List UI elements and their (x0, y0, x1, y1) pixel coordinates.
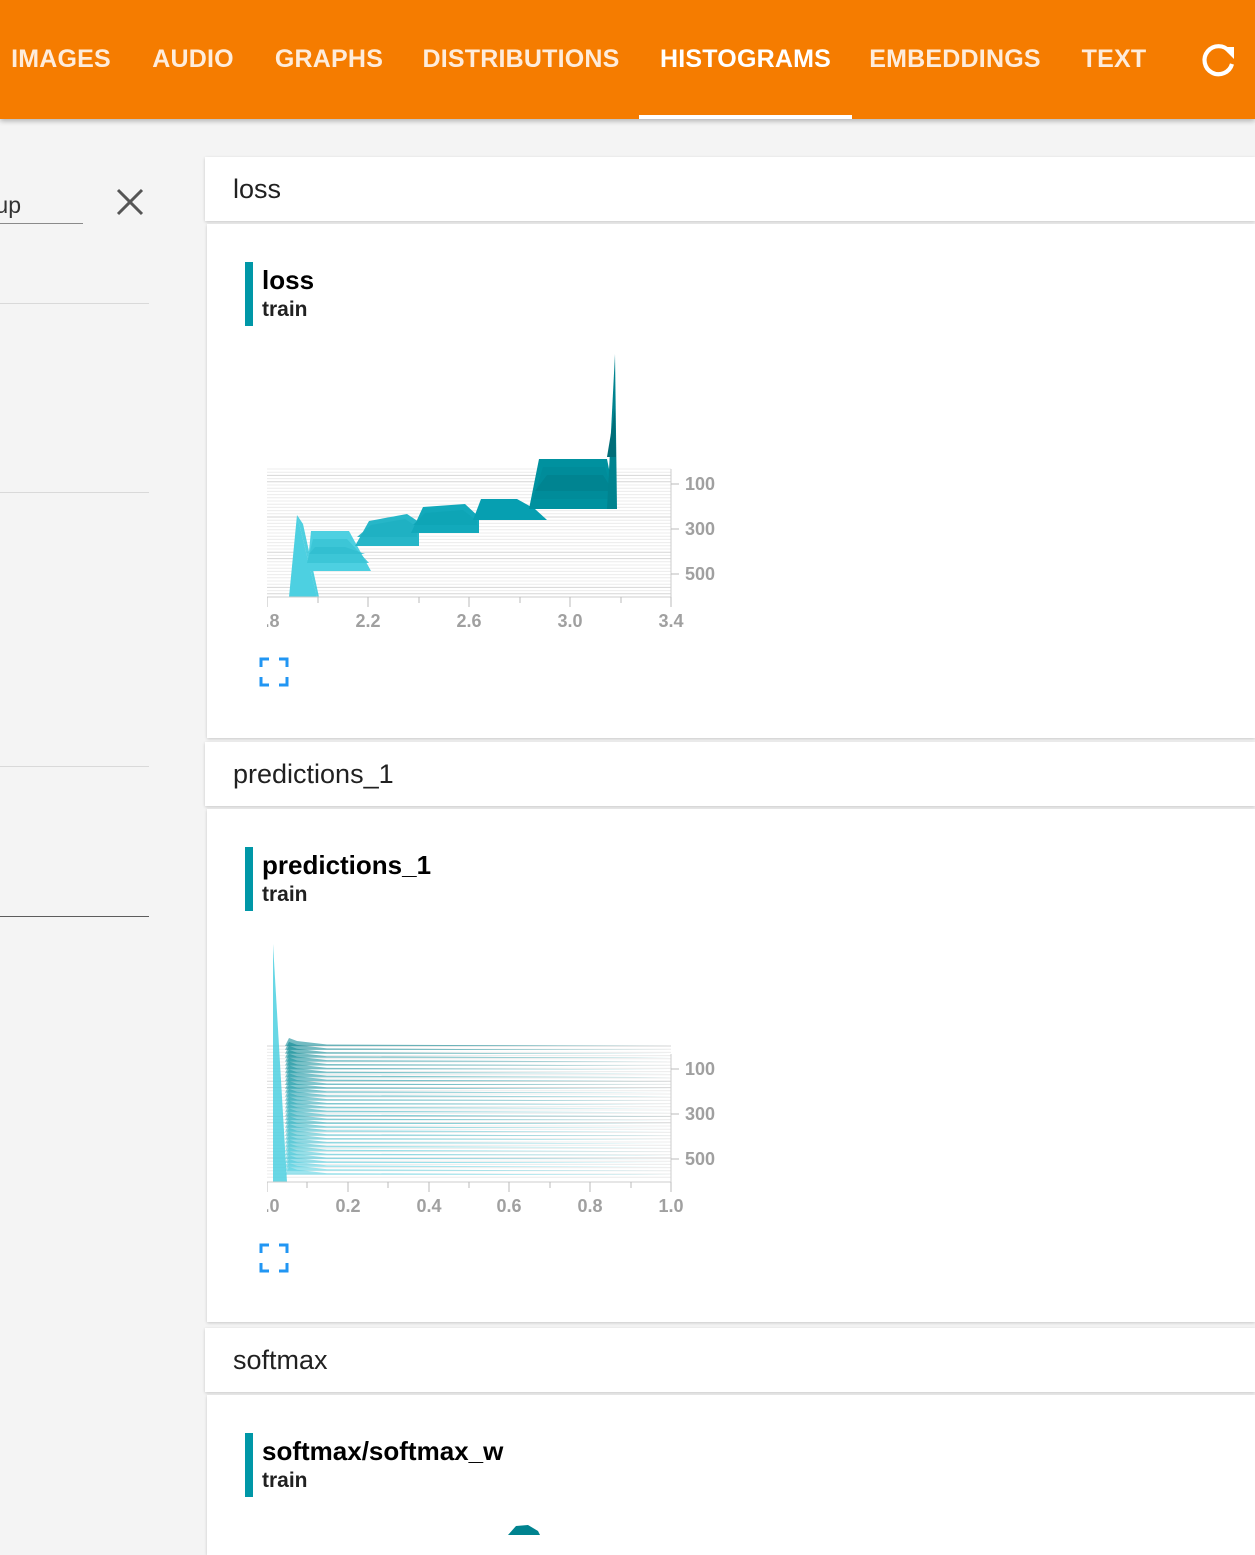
x-tick-label: 2.6 (456, 611, 481, 631)
histogram-slice (535, 475, 613, 491)
sidebar-divider (0, 303, 149, 304)
chart-title-block: softmax/softmax_w train (245, 1433, 503, 1497)
category-body-loss: loss train 100 300 500 8 2.2 2.6 3.0 3.4 (207, 224, 1255, 738)
x-tick-label: 0.6 (496, 1196, 521, 1216)
category-body-softmax: softmax/softmax_w train (207, 1395, 1255, 1555)
y-tick-label: 300 (685, 519, 715, 539)
chart-run-label: train (262, 883, 308, 906)
histogram-slice (607, 409, 616, 457)
fullscreen-icon[interactable] (259, 657, 289, 687)
chart-title-block: predictions_1 train (245, 847, 431, 911)
histogram-slice (285, 1038, 671, 1046)
x-tick-label: 0.4 (416, 1196, 441, 1216)
tab-text[interactable]: TEXT (1068, 0, 1160, 119)
top-toolbar: IMAGES AUDIO GRAPHS DISTRIBUTIONS HISTOG… (0, 0, 1255, 119)
tab-distributions[interactable]: DISTRIBUTIONS (412, 0, 630, 119)
x-axis: 0.0 0.2 0.4 0.6 0.8 1.0 (267, 1181, 684, 1216)
x-tick-label: 0.8 (577, 1196, 602, 1216)
y-tick-label: 100 (685, 474, 715, 494)
tag-filter-value: up (0, 192, 21, 218)
tab-graphs[interactable]: GRAPHS (264, 0, 394, 119)
tab-images[interactable]: IMAGES (0, 0, 122, 119)
category-header-predictions-1[interactable]: predictions_1 (205, 742, 1255, 806)
tab-audio[interactable]: AUDIO (140, 0, 246, 119)
y-tick-label: 500 (685, 564, 715, 584)
y-axis: 100 300 500 (670, 1054, 715, 1182)
chart-title: predictions_1 (262, 850, 432, 880)
category-title: softmax (233, 1344, 328, 1375)
active-tab-indicator (639, 115, 852, 119)
x-tick-label: 2.2 (355, 611, 380, 631)
sidebar: up (0, 119, 160, 1535)
y-tick-label: 500 (685, 1149, 715, 1169)
refresh-icon[interactable] (1196, 38, 1240, 82)
category-header-loss[interactable]: loss (205, 157, 1255, 221)
close-icon[interactable] (115, 187, 145, 217)
predictions-histogram-chart: 100 300 500 0.0 0.2 0.4 0.6 0.8 1.0 (267, 944, 715, 1216)
sidebar-divider (0, 916, 149, 917)
chart-title: loss (262, 265, 315, 295)
x-tick-label: 3.0 (557, 611, 582, 631)
category-header-softmax[interactable]: softmax (205, 1328, 1255, 1392)
y-tick-label: 300 (685, 1104, 715, 1124)
tab-histograms[interactable]: HISTOGRAMS (639, 0, 852, 119)
fullscreen-icon[interactable] (259, 1243, 289, 1273)
chart-run-label: train (262, 298, 308, 321)
histogram-slice (273, 944, 287, 1182)
tag-filter-input[interactable]: up (0, 187, 83, 224)
chart-title-block: loss train (245, 262, 314, 326)
softmax-histogram-chart (508, 1525, 540, 1535)
category-title: predictions_1 (233, 758, 394, 789)
category-title: loss (233, 173, 282, 204)
chart-run-label: train (262, 1469, 308, 1492)
x-tick-label: 0.2 (335, 1196, 360, 1216)
y-tick-label: 100 (685, 1059, 715, 1079)
histogram-slice (508, 1525, 540, 1535)
y-axis: 100 300 500 (670, 469, 715, 597)
x-axis: 1.8 2.2 2.6 3.0 3.4 (267, 596, 684, 631)
chart-title: softmax/softmax_w (262, 1436, 504, 1466)
x-tick-label: 1.0 (658, 1196, 683, 1216)
x-tick-label: 0.0 (267, 1196, 280, 1216)
tab-embeddings[interactable]: EMBEDDINGS (860, 0, 1050, 119)
x-tick-label: 3.4 (658, 611, 683, 631)
category-body-predictions-1: predictions_1 train 100 300 500 0 0.2 0.… (207, 809, 1255, 1322)
sidebar-divider (0, 492, 149, 493)
loss-histogram-chart: 100 300 500 1.8 2.2 2.6 3.0 3.4 (267, 354, 715, 631)
x-tick-label: 1.8 (267, 611, 280, 631)
sidebar-divider (0, 766, 149, 767)
